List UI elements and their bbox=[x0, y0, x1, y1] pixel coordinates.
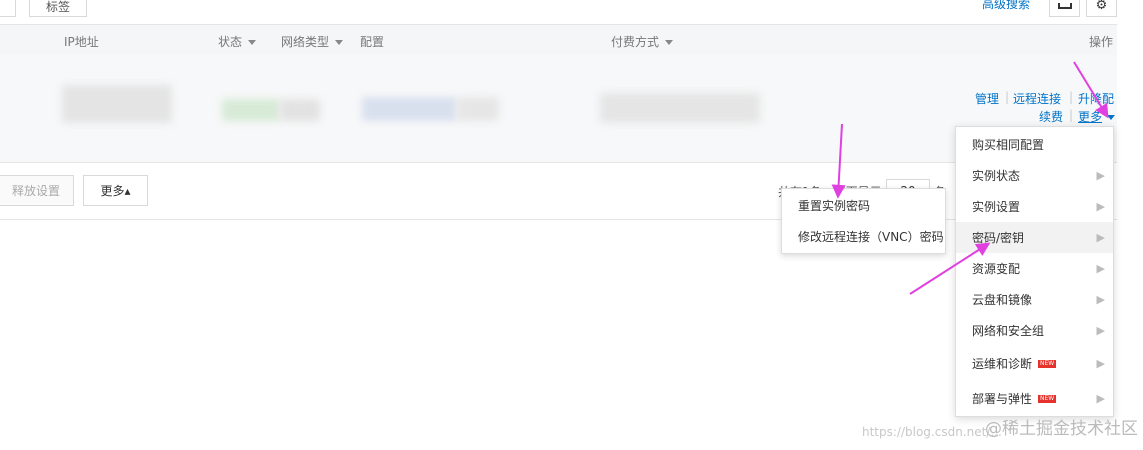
watermark-url: https://blog.csdn.net/... bbox=[862, 425, 1002, 439]
watermark-brand: @稀土掘金技术社区 bbox=[985, 419, 1138, 439]
annotation-arrow-more bbox=[1073, 61, 1109, 119]
annotation-arrow-password bbox=[909, 242, 991, 295]
annotation-arrow-submenu bbox=[831, 123, 846, 199]
annotation-arrows bbox=[831, 61, 1109, 295]
